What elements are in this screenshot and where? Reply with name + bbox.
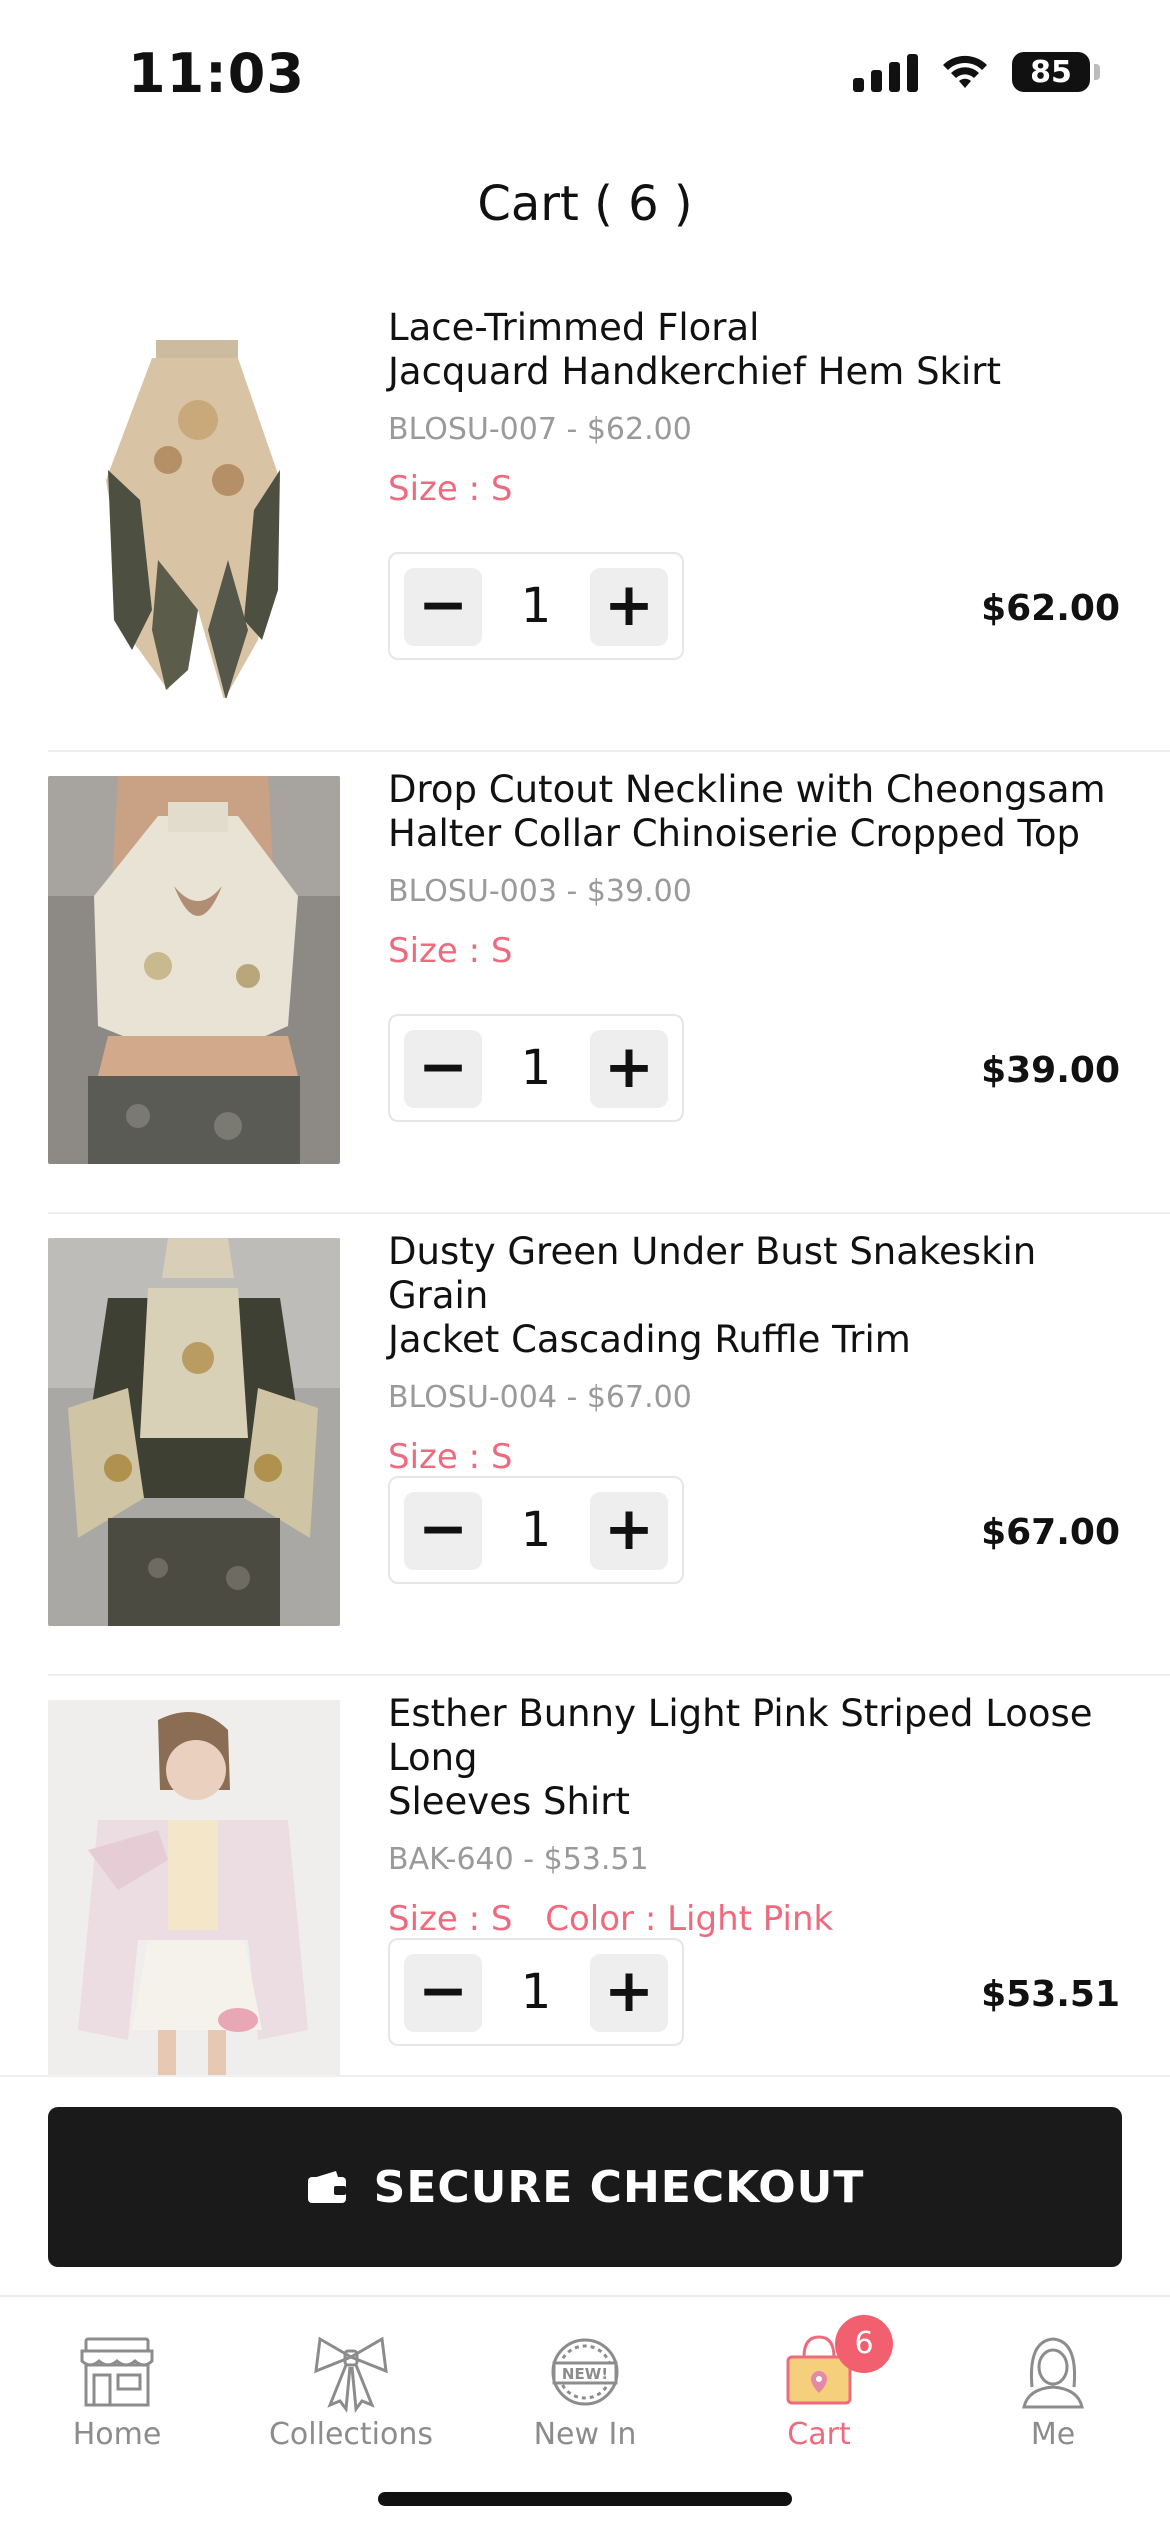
- page-title: Cart ( 6 ): [477, 176, 693, 232]
- size-label: Size : S: [388, 469, 513, 509]
- product-name-line1: Lace-Trimmed Floral: [388, 306, 760, 349]
- product-name[interactable]: Esther Bunny Light Pink Striped Loose Lo…: [388, 1692, 1148, 1824]
- signal-icon: [853, 52, 918, 92]
- item-info: Esther Bunny Light Pink Striped Loose Lo…: [388, 1692, 1148, 1939]
- product-name[interactable]: Drop Cutout Neckline with Cheongsam Halt…: [388, 768, 1148, 856]
- product-name-line2: Jacket Cascading Ruffle Trim: [388, 1318, 911, 1361]
- product-image[interactable]: [48, 1238, 340, 1626]
- status-bar: 11:03 85: [0, 0, 1170, 150]
- quantity-value: 1: [520, 1964, 552, 2020]
- product-image[interactable]: [48, 310, 340, 698]
- product-sku: BLOSU-003 - $39.00: [388, 874, 692, 909]
- item-price: $53.51: [981, 1974, 1120, 2015]
- wifi-icon: [943, 55, 987, 88]
- item-price: $67.00: [981, 1512, 1120, 1553]
- product-variant: Size : S: [388, 469, 1148, 509]
- status-icons: 85: [853, 52, 1100, 92]
- item-price: $39.00: [981, 1050, 1120, 1091]
- svg-text:NEW!: NEW!: [562, 2365, 608, 2383]
- decrease-quantity-button[interactable]: −: [404, 1030, 482, 1108]
- item-info: Drop Cutout Neckline with Cheongsam Halt…: [388, 768, 1148, 971]
- size-label: Size : S: [388, 931, 513, 971]
- product-sku: BAK-640 - $53.51: [388, 1842, 649, 1877]
- tab-me[interactable]: Me: [936, 2327, 1170, 2452]
- wallet-icon: [307, 2171, 346, 2203]
- product-name[interactable]: Dusty Green Under Bust Snakeskin Grain J…: [388, 1230, 1148, 1362]
- quantity-value: 1: [520, 1502, 552, 1558]
- product-name[interactable]: Lace-Trimmed Floral Jacquard Handkerchie…: [388, 306, 1148, 394]
- quantity-value: 1: [520, 578, 552, 634]
- product-name-line2: Jacquard Handkerchief Hem Skirt: [388, 350, 1001, 393]
- bow-icon: [314, 2336, 388, 2414]
- increase-quantity-button[interactable]: +: [590, 1030, 668, 1108]
- battery-icon: 85: [1012, 52, 1100, 92]
- new-badge-icon: NEW!: [551, 2338, 619, 2406]
- item-price: $62.00: [981, 588, 1120, 629]
- product-name-line2: Sleeves Shirt: [388, 1780, 630, 1823]
- item-info: Dusty Green Under Bust Snakeskin Grain J…: [388, 1230, 1148, 1477]
- tab-label: Collections: [268, 2417, 434, 2452]
- product-sku: BLOSU-004 - $67.00: [388, 1380, 692, 1415]
- tab-cart[interactable]: 6 Cart: [702, 2315, 936, 2452]
- product-sku: BLOSU-007 - $62.00: [388, 412, 692, 447]
- product-variant: Size : S: [388, 1437, 1148, 1477]
- product-image[interactable]: [48, 776, 340, 1164]
- product-name-line2: Halter Collar Chinoiserie Cropped Top: [388, 812, 1080, 855]
- tab-collections[interactable]: Collections: [234, 2327, 468, 2452]
- tab-label: New In: [533, 2417, 637, 2452]
- product-variant: Size : S: [388, 931, 1148, 971]
- increase-quantity-button[interactable]: +: [590, 568, 668, 646]
- size-label: Size : S: [388, 1437, 513, 1477]
- color-label: Color : Light Pink: [545, 1899, 834, 1939]
- cart-item: Lace-Trimmed Floral Jacquard Handkerchie…: [48, 290, 1170, 752]
- decrease-quantity-button[interactable]: −: [404, 1492, 482, 1570]
- increase-quantity-button[interactable]: +: [590, 1954, 668, 2032]
- tab-home[interactable]: Home: [0, 2327, 234, 2452]
- storefront-icon: [80, 2337, 154, 2407]
- tab-label: Home: [72, 2417, 162, 2452]
- increase-quantity-button[interactable]: +: [590, 1492, 668, 1570]
- cart-count-badge: 6: [835, 2315, 893, 2373]
- tab-new-in[interactable]: NEW! New In: [468, 2327, 702, 2452]
- product-name-line1: Dusty Green Under Bust Snakeskin Grain: [388, 1230, 1037, 1317]
- cart-list[interactable]: Lace-Trimmed Floral Jacquard Handkerchie…: [0, 290, 1170, 2075]
- tab-label: Me: [1030, 2417, 1076, 2452]
- user-avatar-icon: [1022, 2337, 1084, 2409]
- home-indicator: [378, 2492, 792, 2506]
- status-time: 11:03: [128, 42, 305, 105]
- cart-item: Dusty Green Under Bust Snakeskin Grain J…: [48, 1214, 1170, 1676]
- cart-item: Esther Bunny Light Pink Striped Loose Lo…: [48, 1676, 1170, 2075]
- checkout-bar: SECURE CHECKOUT: [0, 2075, 1170, 2297]
- secure-checkout-button[interactable]: SECURE CHECKOUT: [48, 2107, 1122, 2267]
- cart-item: Drop Cutout Neckline with Cheongsam Halt…: [48, 752, 1170, 1214]
- quantity-stepper: − 1 +: [388, 1476, 684, 1584]
- product-name-line1: Esther Bunny Light Pink Striped Loose Lo…: [388, 1692, 1093, 1779]
- product-image[interactable]: [48, 1700, 340, 2075]
- product-variant: Size : S Color : Light Pink: [388, 1899, 1148, 1939]
- size-label: Size : S: [388, 1899, 513, 1939]
- decrease-quantity-button[interactable]: −: [404, 1954, 482, 2032]
- checkout-label: SECURE CHECKOUT: [373, 2161, 865, 2213]
- product-name-line1: Drop Cutout Neckline with Cheongsam: [388, 768, 1106, 811]
- quantity-stepper: − 1 +: [388, 1938, 684, 2046]
- tab-label: Cart: [787, 2417, 851, 2452]
- quantity-stepper: − 1 +: [388, 1014, 684, 1122]
- item-info: Lace-Trimmed Floral Jacquard Handkerchie…: [388, 306, 1148, 509]
- quantity-stepper: − 1 +: [388, 552, 684, 660]
- quantity-value: 1: [520, 1040, 552, 1096]
- decrease-quantity-button[interactable]: −: [404, 568, 482, 646]
